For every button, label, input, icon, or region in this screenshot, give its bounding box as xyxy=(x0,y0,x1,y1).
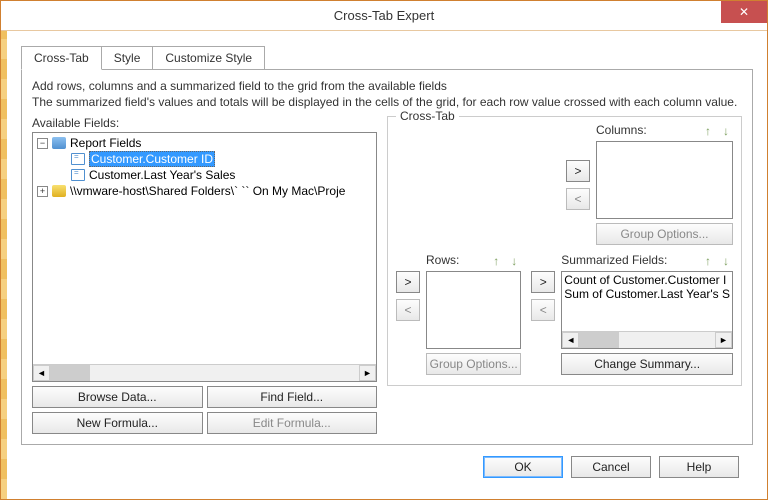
tab-crosstab[interactable]: Cross-Tab xyxy=(21,46,102,70)
remove-summary-button: < xyxy=(531,299,555,321)
browse-data-button[interactable]: Browse Data... xyxy=(32,386,203,408)
column-down-icon[interactable]: ↓ xyxy=(719,124,733,138)
scroll-track[interactable] xyxy=(50,365,359,381)
tree-label: Report Fields xyxy=(70,136,141,150)
columns-group-options-button: Group Options... xyxy=(596,223,733,245)
summary-down-icon[interactable]: ↓ xyxy=(719,254,733,268)
horizontal-scrollbar[interactable]: ◄ ► xyxy=(562,331,732,348)
row-down-icon[interactable]: ↓ xyxy=(507,254,521,268)
scroll-right-icon[interactable]: ► xyxy=(359,365,376,381)
scroll-track[interactable] xyxy=(579,332,715,348)
add-row-button[interactable]: > xyxy=(396,271,420,293)
cancel-button[interactable]: Cancel xyxy=(571,456,651,478)
help-button[interactable]: Help xyxy=(659,456,739,478)
crosstab-expert-dialog: Cross-Tab Expert ✕ Cross-Tab Style Custo… xyxy=(0,0,768,500)
crosstab-legend: Cross-Tab xyxy=(396,109,459,123)
new-formula-button[interactable]: New Formula... xyxy=(32,412,203,434)
find-field-button[interactable]: Find Field... xyxy=(207,386,378,408)
list-item[interactable]: Sum of Customer.Last Year's S xyxy=(564,287,730,301)
tree-label: Customer.Last Year's Sales xyxy=(89,168,235,182)
database-icon xyxy=(52,185,66,197)
columns-label: Columns: xyxy=(596,123,647,137)
window-title: Cross-Tab Expert xyxy=(1,8,767,23)
edit-formula-button: Edit Formula... xyxy=(207,412,378,434)
available-fields-tree[interactable]: − Report Fields Customer.Customer ID xyxy=(32,132,377,382)
remove-column-button: < xyxy=(566,188,590,210)
row-up-icon[interactable]: ↑ xyxy=(489,254,503,268)
description-line1: Add rows, columns and a summarized field… xyxy=(32,79,447,93)
tree-node-datasource[interactable]: + \\vmware-host\Shared Folders\` `` On M… xyxy=(33,183,376,199)
columns-listbox[interactable] xyxy=(596,141,733,219)
description-line2: The summarized field's values and totals… xyxy=(32,95,737,109)
add-summary-button[interactable]: > xyxy=(531,271,555,293)
rows-group-options-button: Group Options... xyxy=(426,353,521,375)
horizontal-scrollbar[interactable]: ◄ ► xyxy=(33,364,376,381)
scroll-left-icon[interactable]: ◄ xyxy=(562,332,579,348)
list-item[interactable]: Count of Customer.Customer I xyxy=(564,273,730,287)
expand-icon[interactable]: + xyxy=(37,186,48,197)
scroll-left-icon[interactable]: ◄ xyxy=(33,365,50,381)
scroll-thumb[interactable] xyxy=(50,365,90,381)
close-icon: ✕ xyxy=(739,5,749,19)
add-column-button[interactable]: > xyxy=(566,160,590,182)
summarized-listbox[interactable]: Count of Customer.Customer I Sum of Cust… xyxy=(561,271,733,349)
scroll-thumb[interactable] xyxy=(579,332,619,348)
scroll-right-icon[interactable]: ► xyxy=(715,332,732,348)
tree-node-field[interactable]: Customer.Last Year's Sales xyxy=(67,167,376,183)
tab-customize-style[interactable]: Customize Style xyxy=(152,46,265,70)
column-up-icon[interactable]: ↑ xyxy=(701,124,715,138)
close-button[interactable]: ✕ xyxy=(721,1,767,23)
crosstab-group: Cross-Tab > < Columns: xyxy=(387,116,742,386)
ok-button[interactable]: OK xyxy=(483,456,563,478)
tree-label: \\vmware-host\Shared Folders\` `` On My … xyxy=(70,184,345,198)
available-fields-label: Available Fields: xyxy=(32,116,377,130)
tree-node-field[interactable]: Customer.Customer ID xyxy=(67,151,376,167)
tree-label-selected: Customer.Customer ID xyxy=(89,151,215,167)
tab-strip: Cross-Tab Style Customize Style xyxy=(21,46,753,70)
field-icon xyxy=(71,169,85,181)
remove-row-button: < xyxy=(396,299,420,321)
tab-panel: Add rows, columns and a summarized field… xyxy=(21,69,753,445)
rows-label: Rows: xyxy=(426,253,459,267)
field-icon xyxy=(71,153,85,165)
titlebar: Cross-Tab Expert ✕ xyxy=(1,1,767,31)
tree-node-report-fields[interactable]: − Report Fields xyxy=(33,135,376,151)
tab-style[interactable]: Style xyxy=(101,46,154,70)
report-icon xyxy=(52,137,66,149)
summary-up-icon[interactable]: ↑ xyxy=(701,254,715,268)
rows-listbox[interactable] xyxy=(426,271,521,349)
dialog-footer: OK Cancel Help xyxy=(21,445,753,489)
collapse-icon[interactable]: − xyxy=(37,138,48,149)
summarized-label: Summarized Fields: xyxy=(561,253,667,267)
change-summary-button[interactable]: Change Summary... xyxy=(561,353,733,375)
description: Add rows, columns and a summarized field… xyxy=(32,78,742,110)
